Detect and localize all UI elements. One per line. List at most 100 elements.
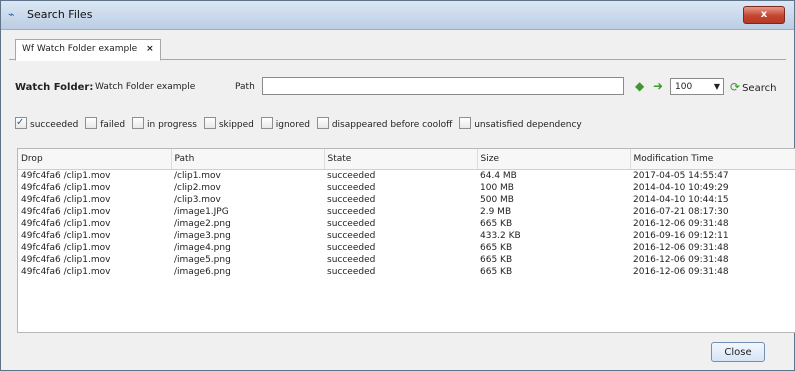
filter-succeeded[interactable]: succeeded <box>15 115 79 133</box>
chevron-down-icon: ▼ <box>713 82 720 91</box>
cell-size: 665 KB <box>480 267 513 277</box>
cell-modification-time: 2016-12-06 09:31:48 <box>633 219 729 229</box>
column-header-size[interactable]: Size <box>477 149 631 170</box>
search-label: Search <box>742 83 777 94</box>
cell-modification-time: 2017-04-05 14:55:47 <box>633 171 729 181</box>
cell-drop: 49fc4fa6 /clip1.mov <box>21 171 111 181</box>
filter-label: disappeared before cooloff <box>331 120 453 130</box>
cell-size: 433.2 KB <box>480 231 521 241</box>
table-row[interactable]: 49fc4fa6 /clip1.mov /clip1.mov succeeded… <box>18 170 795 183</box>
watch-folder-value: Watch Folder example <box>95 82 196 92</box>
close-button[interactable]: Close <box>711 342 765 362</box>
cell-size: 500 MB <box>480 195 514 205</box>
cell-size: 665 KB <box>480 243 513 253</box>
title-bar: ⌁ Search Files x <box>1 1 794 30</box>
refresh-icon: ⟳ <box>730 80 741 94</box>
table-row[interactable]: 49fc4fa6 /clip1.mov /image4.png succeede… <box>18 242 795 254</box>
cell-state: succeeded <box>327 243 376 253</box>
cell-drop: 49fc4fa6 /clip1.mov <box>21 267 111 277</box>
table-row[interactable]: 49fc4fa6 /clip1.mov /clip3.mov succeeded… <box>18 194 795 206</box>
arrow-left-icon[interactable]: ◆ <box>635 80 644 92</box>
filter-skipped[interactable]: skipped <box>203 117 254 133</box>
filter-failed[interactable]: failed <box>85 117 125 133</box>
cell-modification-time: 2016-12-06 09:31:48 <box>633 255 729 265</box>
cell-state: succeeded <box>327 267 376 277</box>
checkbox[interactable] <box>459 117 472 129</box>
cell-state: succeeded <box>327 255 376 265</box>
cell-modification-time: 2016-09-16 09:12:11 <box>633 231 729 241</box>
page-size-value: 100 <box>675 82 693 92</box>
cell-drop: 49fc4fa6 /clip1.mov <box>21 195 111 205</box>
app-icon: ⌁ <box>8 8 15 21</box>
cell-state: succeeded <box>327 219 376 229</box>
filter-label: failed <box>100 120 126 130</box>
cell-modification-time: 2016-12-06 09:31:48 <box>633 267 729 277</box>
cell-modification-time: 2014-04-10 10:44:15 <box>633 195 729 205</box>
column-header-drop[interactable]: Drop <box>18 149 172 170</box>
cell-path: /image2.png <box>174 219 231 229</box>
cell-size: 665 KB <box>480 255 513 265</box>
checkbox[interactable] <box>203 117 216 129</box>
cell-drop: 49fc4fa6 /clip1.mov <box>21 243 111 253</box>
table-row[interactable]: 49fc4fa6 /clip1.mov /clip2.mov succeeded… <box>18 182 795 194</box>
checkbox[interactable] <box>85 117 98 129</box>
cell-path: /clip2.mov <box>174 183 221 193</box>
cell-drop: 49fc4fa6 /clip1.mov <box>21 255 111 265</box>
search-files-window: ⌁ Search Files x Wf Watch Folder example… <box>0 0 795 371</box>
cell-modification-time: 2016-07-21 08:17:30 <box>633 207 729 217</box>
filter-label: unsatisfied dependency <box>474 120 582 130</box>
search-toolbar: Watch Folder: Watch Folder example Path … <box>15 74 786 100</box>
filter-in-progress[interactable]: in progress <box>132 117 197 133</box>
cell-drop: 49fc4fa6 /clip1.mov <box>21 207 111 217</box>
cell-path: /image3.png <box>174 231 231 241</box>
tab-watch-folder[interactable]: Wf Watch Folder example × <box>15 39 161 61</box>
table-row[interactable]: 49fc4fa6 /clip1.mov /image1.JPG succeede… <box>18 206 795 218</box>
search-button[interactable]: ⟳ Search <box>730 80 776 94</box>
column-header-modification-time[interactable]: Modification Time <box>630 149 795 170</box>
path-input[interactable] <box>262 77 624 95</box>
cell-path: /image5.png <box>174 255 231 265</box>
column-header-state[interactable]: State <box>324 149 478 170</box>
tab-close-icon[interactable]: × <box>146 44 154 54</box>
tab-label: Wf Watch Folder example <box>22 44 138 54</box>
cell-state: succeeded <box>327 195 376 205</box>
page-size-select[interactable]: 100 ▼ <box>670 78 724 95</box>
window-title: Search Files <box>27 8 93 21</box>
results-table: Drop Path State Size Modification Time 4… <box>17 148 795 333</box>
cell-drop: 49fc4fa6 /clip1.mov <box>21 183 111 193</box>
state-filters: succeeded failed in progress skipped ign… <box>15 115 786 137</box>
path-label: Path <box>235 82 255 92</box>
checkbox[interactable] <box>260 117 273 129</box>
cell-state: succeeded <box>327 207 376 217</box>
cell-state: succeeded <box>327 183 376 193</box>
cell-path: /clip3.mov <box>174 195 221 205</box>
column-header-path[interactable]: Path <box>171 149 325 170</box>
cell-path: /image4.png <box>174 243 231 253</box>
watch-folder-label: Watch Folder: <box>15 82 94 93</box>
filter-disappeared[interactable]: disappeared before cooloff <box>316 117 453 133</box>
cell-path: /clip1.mov <box>174 171 221 181</box>
checkbox[interactable] <box>132 117 145 129</box>
table-row[interactable]: 49fc4fa6 /clip1.mov /image5.png succeede… <box>18 254 795 266</box>
arrow-right-icon[interactable]: ➜ <box>653 80 663 92</box>
window-close-button[interactable]: x <box>743 6 785 24</box>
cell-size: 2.9 MB <box>480 207 512 217</box>
cell-drop: 49fc4fa6 /clip1.mov <box>21 231 111 241</box>
cell-size: 100 MB <box>480 183 514 193</box>
table-row[interactable]: 49fc4fa6 /clip1.mov /image3.png succeede… <box>18 230 795 242</box>
filter-label: succeeded <box>30 120 79 130</box>
filter-unsatisfied[interactable]: unsatisfied dependency <box>459 117 582 133</box>
tab-strip: Wf Watch Folder example × <box>9 36 786 61</box>
cell-path: /image6.png <box>174 267 231 277</box>
cell-path: /image1.JPG <box>174 207 229 217</box>
cell-state: succeeded <box>327 171 376 181</box>
table-row[interactable]: 49fc4fa6 /clip1.mov /image2.png succeede… <box>18 218 795 230</box>
table-row[interactable]: 49fc4fa6 /clip1.mov /image6.png succeede… <box>18 266 795 278</box>
cell-size: 665 KB <box>480 219 513 229</box>
cell-state: succeeded <box>327 231 376 241</box>
cell-modification-time: 2014-04-10 10:49:29 <box>633 183 729 193</box>
filter-ignored[interactable]: ignored <box>260 117 310 133</box>
checkbox[interactable] <box>15 115 27 131</box>
checkbox[interactable] <box>316 117 329 129</box>
filter-label: in progress <box>147 120 197 130</box>
